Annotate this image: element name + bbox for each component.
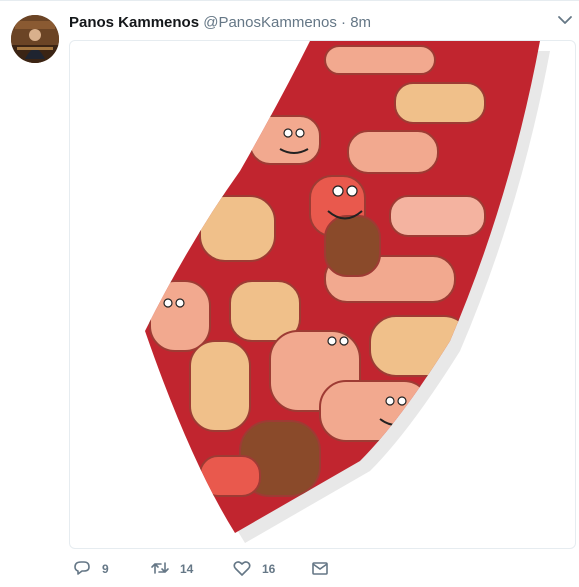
reply-icon [72,558,92,581]
reply-count: 9 [102,562,109,576]
avatar[interactable] [11,15,59,63]
heart-icon [232,558,252,581]
author-handle[interactable]: @PanosKammenos [203,14,337,31]
reply-button[interactable]: 9 [72,558,109,580]
chevron-down-icon[interactable] [557,12,573,28]
retweet-count: 14 [180,562,194,576]
tweet-header: Panos Kammenos @PanosKammenos · 8m [69,13,371,33]
like-count: 16 [262,562,276,576]
author-name[interactable]: Panos Kammenos [69,14,199,31]
tweet-timestamp[interactable]: 8m [350,14,371,31]
message-button[interactable] [310,558,330,580]
envelope-icon [310,558,330,581]
tweet-image[interactable] [69,40,576,549]
retweet-icon [150,558,170,581]
retweet-button[interactable]: 14 [150,558,193,580]
separator-dot: · [341,14,347,31]
like-button[interactable]: 16 [232,558,275,580]
top-divider [0,0,579,1]
